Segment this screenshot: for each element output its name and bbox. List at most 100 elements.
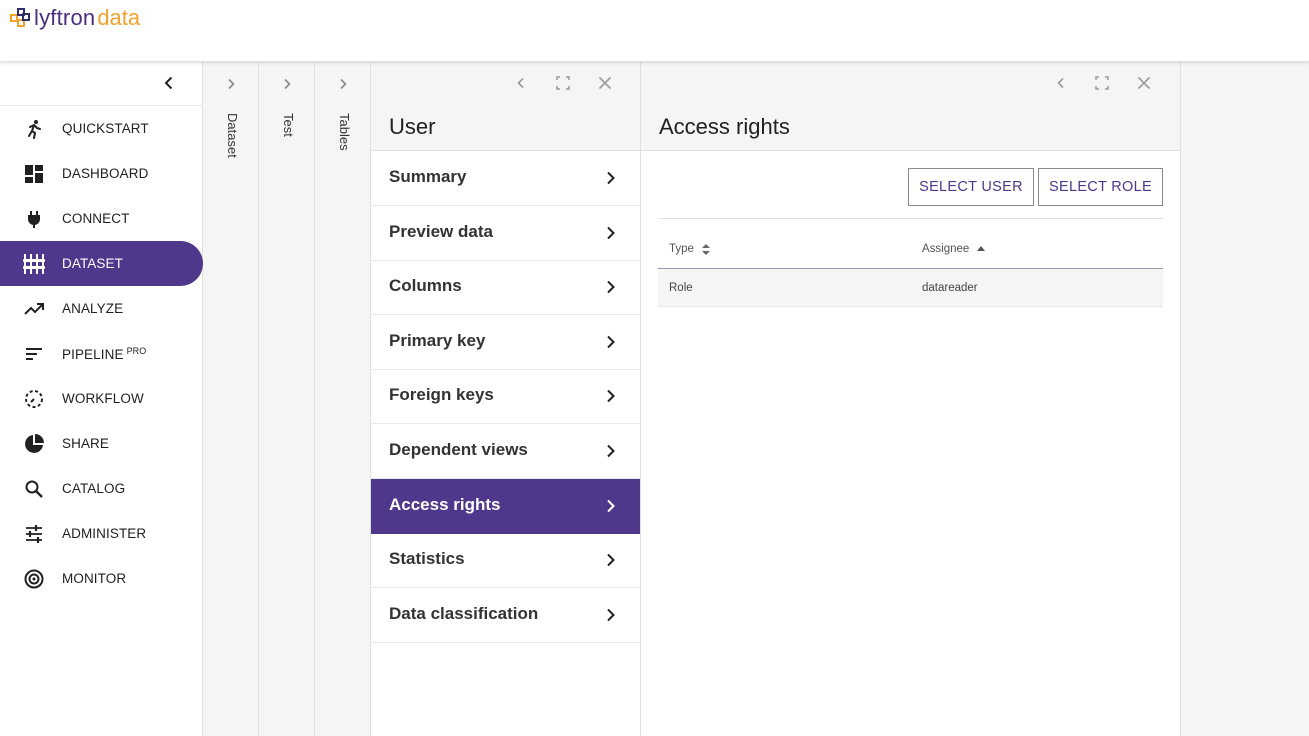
expand-chevron-icon[interactable] bbox=[333, 74, 353, 94]
brand-name-part1: lyftron bbox=[34, 5, 96, 30]
breadcrumb-column-dataset[interactable]: Dataset bbox=[203, 62, 259, 736]
menu-item-label: Preview data bbox=[389, 222, 493, 241]
menu-item-foreign-keys[interactable]: Foreign keys bbox=[371, 369, 640, 424]
sidebar-item-label: ADMINISTER bbox=[62, 526, 147, 541]
breadcrumb-label[interactable]: Dataset bbox=[225, 113, 240, 158]
pipeline-icon bbox=[22, 342, 46, 366]
sidebar-item-monitor[interactable]: MONITOR bbox=[0, 556, 203, 601]
radar-icon bbox=[22, 567, 46, 591]
sidebar-item-label: CONNECT bbox=[62, 211, 130, 226]
panel-title: User bbox=[389, 114, 436, 139]
panel-close-button[interactable] bbox=[1134, 73, 1154, 93]
chevron-right-icon bbox=[601, 496, 621, 516]
menu-item-label: Data classification bbox=[389, 604, 539, 623]
menu-item-label: Columns bbox=[389, 276, 462, 295]
user-panel: User Summary Preview data Columns Primar… bbox=[371, 62, 641, 736]
menu-item-label: Access rights bbox=[389, 495, 501, 514]
sidebar-item-dataset[interactable]: DATASET bbox=[0, 241, 203, 286]
chevron-right-icon bbox=[601, 386, 621, 406]
panel-close-button[interactable] bbox=[595, 73, 615, 93]
breadcrumb-column-tables[interactable]: Tables bbox=[315, 62, 371, 736]
cell-type: Role bbox=[669, 282, 693, 294]
chevron-right-icon bbox=[601, 223, 621, 243]
trending-up-icon bbox=[22, 297, 46, 321]
sidebar-item-analyze[interactable]: ANALYZE bbox=[0, 286, 203, 331]
menu-item-columns[interactable]: Columns bbox=[371, 260, 640, 315]
sidebar-item-label: DATASET bbox=[62, 256, 123, 271]
sort-ascending-icon bbox=[977, 246, 986, 251]
sidebar-item-label: CATALOG bbox=[62, 481, 126, 496]
sidebar-item-label: WORKFLOW bbox=[62, 391, 144, 406]
brand-logo[interactable]: lyftron data bbox=[10, 5, 140, 31]
close-icon bbox=[598, 76, 612, 90]
menu-item-label: Summary bbox=[389, 167, 467, 186]
panel-back-button[interactable] bbox=[1051, 73, 1071, 93]
sidebar-item-connect[interactable]: CONNECT bbox=[0, 196, 203, 241]
table-top-divider bbox=[658, 218, 1163, 219]
sidebar: QUICKSTART DASHBOARD CONNECT DATASET ANA… bbox=[0, 62, 203, 736]
sidebar-item-dashboard[interactable]: DASHBOARD bbox=[0, 151, 203, 196]
workflow-icon bbox=[22, 387, 46, 411]
plug-icon bbox=[22, 207, 46, 231]
chevron-right-icon bbox=[601, 168, 621, 188]
chevron-right-icon bbox=[601, 332, 621, 352]
expand-chevron-icon[interactable] bbox=[221, 74, 241, 94]
sidebar-item-share[interactable]: SHARE bbox=[0, 421, 203, 466]
chevron-right-icon bbox=[601, 277, 621, 297]
run-icon bbox=[22, 117, 46, 141]
sidebar-item-workflow[interactable]: WORKFLOW bbox=[0, 376, 203, 421]
maximize-icon bbox=[1095, 76, 1109, 90]
sidebar-item-label: DASHBOARD bbox=[62, 166, 149, 181]
panel-back-button[interactable] bbox=[511, 73, 531, 93]
menu-item-label: Primary key bbox=[389, 331, 486, 350]
expand-chevron-icon[interactable] bbox=[277, 74, 297, 94]
breadcrumb-label[interactable]: Test bbox=[281, 113, 296, 137]
dataset-icon bbox=[22, 252, 46, 276]
cell-assignee: datareader bbox=[922, 282, 978, 294]
menu-item-data-classification[interactable]: Data classification bbox=[371, 588, 640, 643]
access-rights-header: Access rights bbox=[641, 62, 1180, 151]
select-role-button[interactable]: SELECT ROLE bbox=[1038, 168, 1163, 206]
column-header-type[interactable]: Type bbox=[669, 243, 710, 255]
sidebar-item-catalog[interactable]: CATALOG bbox=[0, 466, 203, 511]
menu-item-summary[interactable]: Summary bbox=[371, 151, 640, 206]
breadcrumb-column-test[interactable]: Test bbox=[259, 62, 315, 736]
column-header-label: Assignee bbox=[922, 243, 970, 255]
chevron-right-icon bbox=[601, 441, 621, 461]
breadcrumb-label[interactable]: Tables bbox=[337, 113, 352, 151]
panel-title: Access rights bbox=[659, 114, 790, 139]
menu-item-label: Dependent views bbox=[389, 440, 528, 459]
sidebar-item-label: SHARE bbox=[62, 436, 110, 451]
sidebar-item-pipeline[interactable]: PIPELINE PRO bbox=[0, 331, 203, 376]
panel-maximize-button[interactable] bbox=[553, 73, 573, 93]
panel-maximize-button[interactable] bbox=[1092, 73, 1112, 93]
select-user-button[interactable]: SELECT USER bbox=[908, 168, 1034, 206]
table-row[interactable]: Role datareader bbox=[658, 269, 1163, 307]
chevron-left-icon bbox=[1057, 77, 1064, 89]
maximize-icon bbox=[556, 76, 570, 90]
sidebar-item-label: ANALYZE bbox=[62, 301, 124, 316]
column-header-assignee[interactable]: Assignee bbox=[922, 243, 986, 255]
dashboard-icon bbox=[22, 162, 46, 186]
user-panel-header: User bbox=[371, 62, 640, 151]
logo-mark-icon bbox=[10, 8, 30, 28]
sidebar-collapse-button[interactable] bbox=[158, 72, 180, 94]
pie-icon bbox=[22, 432, 46, 456]
menu-item-access-rights[interactable]: Access rights bbox=[371, 479, 640, 534]
brand-name-part2: data bbox=[97, 5, 141, 30]
search-icon bbox=[22, 477, 46, 501]
menu-item-primary-key[interactable]: Primary key bbox=[371, 315, 640, 370]
menu-item-label: Foreign keys bbox=[389, 385, 494, 404]
column-header-label: Type bbox=[669, 243, 694, 255]
sort-icon bbox=[701, 243, 710, 255]
chevron-left-icon bbox=[164, 76, 173, 90]
sidebar-item-administer[interactable]: ADMINISTER bbox=[0, 511, 203, 556]
menu-item-statistics[interactable]: Statistics bbox=[371, 533, 640, 588]
menu-item-dependent-views[interactable]: Dependent views bbox=[371, 424, 640, 479]
menu-item-label: Statistics bbox=[389, 549, 465, 568]
menu-item-preview-data[interactable]: Preview data bbox=[371, 206, 640, 261]
pipeline-label: PIPELINE bbox=[62, 346, 124, 362]
workspace-empty-area bbox=[1181, 62, 1309, 736]
chevron-right-icon bbox=[601, 550, 621, 570]
sidebar-item-quickstart[interactable]: QUICKSTART bbox=[0, 106, 203, 151]
